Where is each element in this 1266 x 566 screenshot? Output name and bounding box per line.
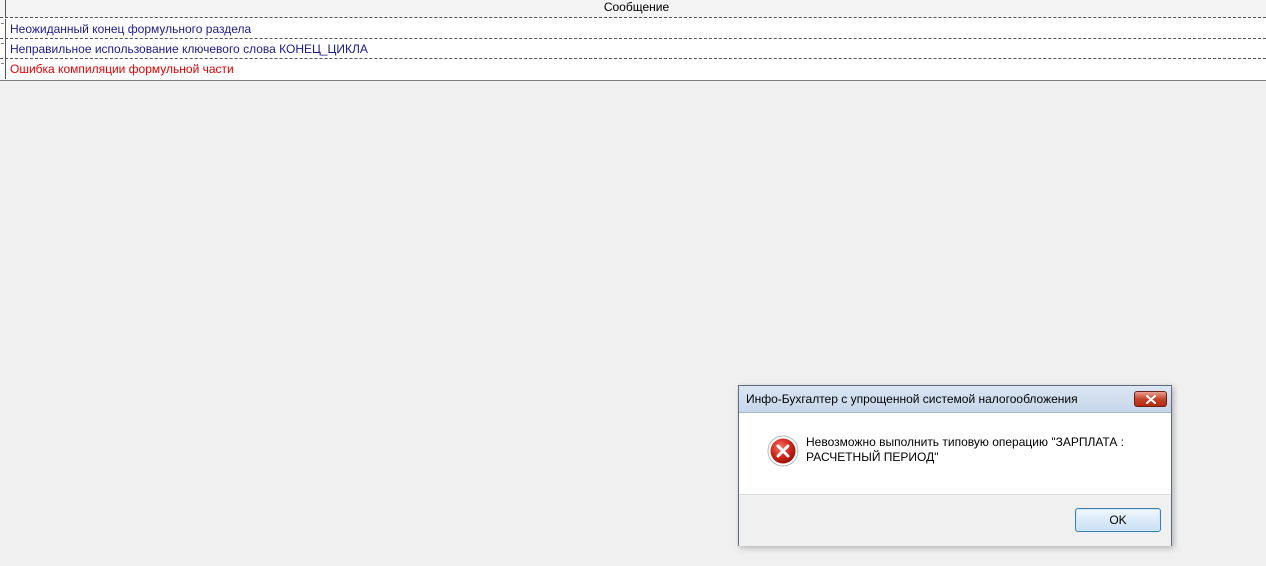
dialog-titlebar[interactable]: Инфо-Бухгалтер с упрощенной системой нал… [739, 386, 1171, 413]
dialog-message: Невозможно выполнить типовую операцию "З… [806, 435, 1156, 465]
error-icon [767, 435, 799, 467]
ok-button[interactable]: OK [1075, 508, 1161, 532]
row-message[interactable]: Ошибка компиляции формульной части [10, 59, 234, 79]
message-table-header: Сообщение [0, 0, 1266, 18]
table-row[interactable]: Неожиданный конец формульного раздела [0, 19, 1266, 39]
dialog-message-line: Невозможно выполнить типовую операцию "З… [806, 435, 1124, 449]
dialog-footer: OK [739, 494, 1171, 546]
row-marker [0, 19, 6, 39]
row-marker [0, 39, 6, 59]
dialog-message-line: РАСЧЕТНЫЙ ПЕРИОД" [806, 450, 939, 464]
dialog-content: Невозможно выполнить типовую операцию "З… [739, 413, 1171, 494]
row-message[interactable]: Неправильное использование ключевого сло… [10, 39, 368, 59]
header-corner [0, 0, 6, 18]
row-message[interactable]: Неожиданный конец формульного раздела [10, 19, 251, 39]
close-icon [1146, 395, 1156, 404]
column-header-message[interactable]: Сообщение [7, 0, 1266, 18]
row-marker [0, 59, 6, 79]
table-row[interactable]: Ошибка компиляции формульной части [0, 59, 1266, 79]
close-button[interactable] [1134, 391, 1167, 407]
error-dialog: Инфо-Бухгалтер с упрощенной системой нал… [738, 385, 1172, 546]
message-table: Сообщение Неожиданный конец формульного … [0, 0, 1266, 81]
table-row[interactable]: Неправильное использование ключевого сло… [0, 39, 1266, 59]
dialog-title: Инфо-Бухгалтер с упрощенной системой нал… [746, 392, 1078, 406]
